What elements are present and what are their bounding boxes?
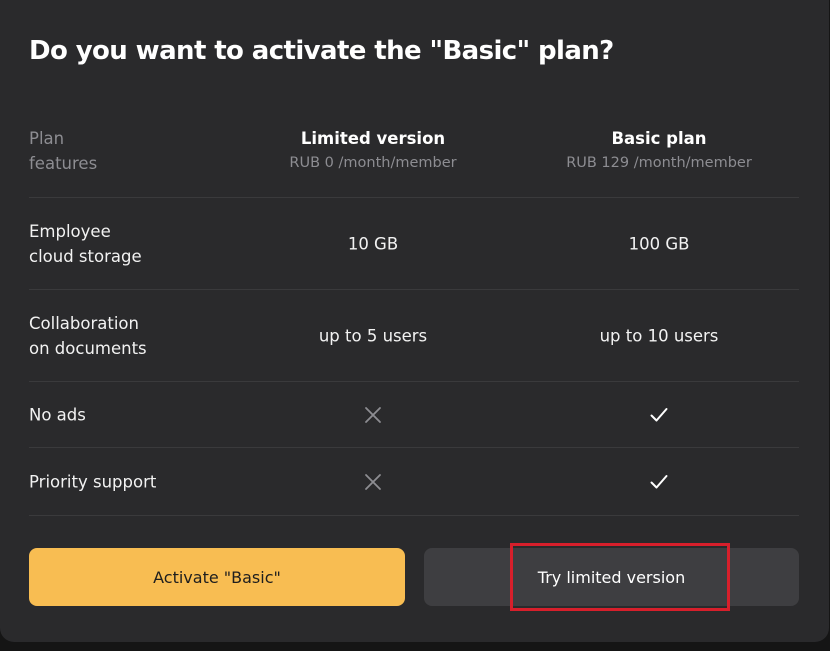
try-limited-version-button[interactable]: Try limited version [424,548,799,606]
page-background-strip [0,642,830,651]
table-row-cloud-storage: Employee cloud storage 10 GB 100 GB [29,198,799,290]
table-row-priority-support: Priority support [29,448,799,516]
limited-plan-header: Limited version RUB 0 /month/member [289,126,456,176]
dialog-title: Do you want to activate the "Basic" plan… [29,36,614,66]
table-row-collaboration: Collaboration on documents up to 5 users… [29,290,799,382]
feature-label: Employee cloud storage [29,221,142,266]
basic-value: up to 10 users [599,326,719,345]
feature-label: Priority support [29,472,157,491]
check-icon [649,405,669,425]
feature-label: No ads [29,405,86,424]
limited-plan-price: RUB 0 /month/member [289,155,457,171]
limited-value: up to 5 users [318,326,428,345]
activate-basic-button[interactable]: Activate "Basic" [29,548,405,606]
basic-plan-price: RUB 129 /month/member [566,155,752,171]
feature-column-header: Plan features [29,129,98,173]
basic-plan-name: Basic plan [611,129,707,148]
limited-value: 10 GB [347,234,399,253]
basic-value: 100 GB [628,234,690,253]
activate-plan-dialog: Do you want to activate the "Basic" plan… [0,0,829,642]
plan-comparison-table: Plan features Limited version RUB 0 /mon… [29,105,799,516]
limited-plan-name: Limited version [300,129,446,148]
cross-icon [363,472,383,492]
cross-icon [363,405,383,425]
feature-label: Collaboration on documents [29,313,147,358]
table-header-row: Plan features Limited version RUB 0 /mon… [29,105,799,198]
basic-plan-header: Basic plan RUB 129 /month/member [566,126,752,176]
check-icon [649,472,669,492]
table-row-no-ads: No ads [29,382,799,448]
